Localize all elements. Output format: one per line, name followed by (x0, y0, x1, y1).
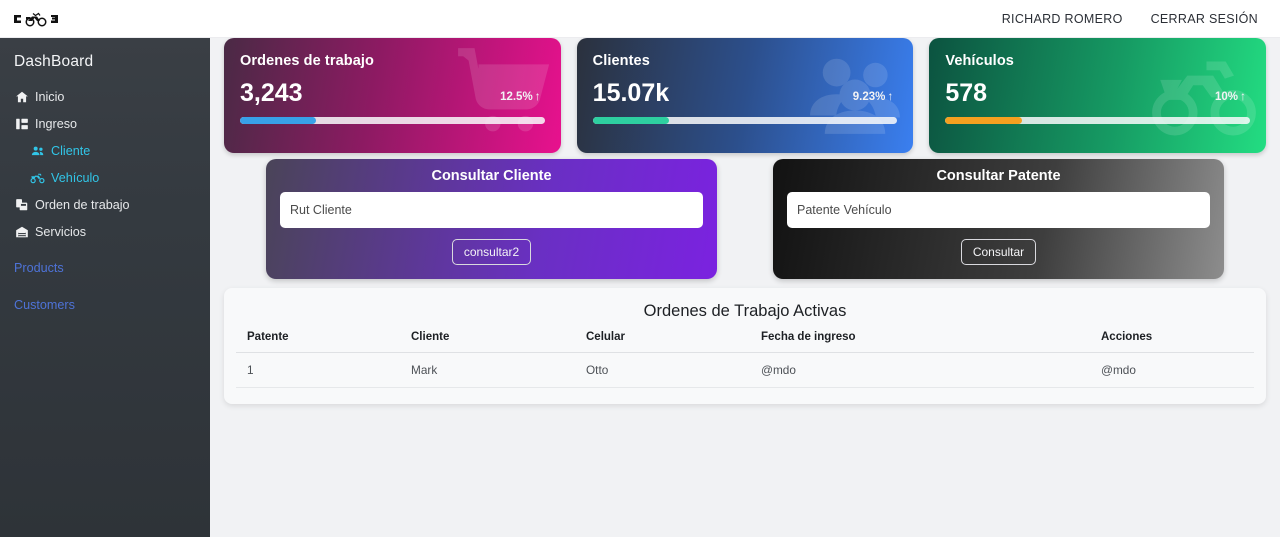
consult-button-wrap: consultar2 (280, 239, 703, 265)
arrow-up-icon: ↑ (1240, 89, 1247, 103)
table-body: 1 Mark Otto @mdo @mdo (236, 352, 1254, 388)
users-icon (30, 143, 45, 158)
app-logo[interactable] (8, 5, 64, 32)
column-header-celular[interactable]: Celular (586, 331, 761, 353)
progress-fill (592, 117, 669, 124)
sidebar-item-label: Vehículo (51, 170, 100, 185)
stat-card-clientes[interactable]: Clientes 15.07k 9.23% ↑ (576, 38, 914, 153)
stat-card-delta: 9.23% ↑ (853, 89, 894, 106)
consult-cliente-panel: Consultar Cliente consultar2 (266, 159, 717, 279)
top-navbar: RICHARD ROMERO CERRAR SESIÓN (0, 0, 1280, 38)
stat-card-title: Clientes (592, 53, 650, 69)
consultar-cliente-button[interactable]: consultar2 (451, 239, 532, 265)
progress-fill (945, 117, 1022, 124)
table-head: Patente Cliente Celular Fecha de ingreso… (236, 331, 1254, 353)
stat-card-progress (240, 117, 545, 124)
cell-cliente: Mark (411, 352, 586, 388)
stat-card-ordenes-de-trabajo[interactable]: Ordenes de trabajo 3,243 12.5% ↑ (224, 38, 561, 153)
sidebar-item-servicios[interactable]: Servicios (0, 218, 210, 245)
sidebar-item-cliente[interactable]: Cliente (0, 137, 210, 164)
sidebar-nav: Inicio Ingreso Cliente Vehículo Orden de (0, 81, 210, 319)
sidebar-link-products[interactable]: Products (0, 254, 210, 282)
work-orders-table: Patente Cliente Celular Fecha de ingreso… (236, 331, 1254, 388)
sidebar-item-inicio[interactable]: Inicio (0, 83, 210, 110)
stat-delta-value: 9.23% (852, 91, 886, 103)
stat-delta-value: 12.5% (500, 91, 533, 103)
motorcycle-logo-icon (14, 12, 58, 26)
rut-cliente-input[interactable] (280, 192, 703, 228)
column-header-fecha-de-ingreso[interactable]: Fecha de ingreso (761, 331, 1101, 353)
sitemap-icon (14, 116, 29, 131)
motorcycle-icon (30, 170, 45, 185)
sidebar-item-orden-de-trabajo[interactable]: Orden de trabajo (0, 191, 210, 218)
consult-panel-title: Consultar Patente (936, 168, 1061, 184)
stat-card-progress (945, 117, 1251, 124)
stat-card-title: Ordenes de trabajo (240, 53, 374, 69)
garage-icon (14, 224, 29, 239)
consult-panel-title: Consultar Cliente (431, 168, 552, 184)
main-content: Ordenes de trabajo 3,243 12.5% ↑ Clientes… (210, 38, 1280, 537)
sidebar-item-label: Orden de trabajo (35, 197, 130, 212)
consult-row: Consultar Cliente consultar2 Consultar P… (224, 159, 1266, 279)
cell-acciones: @mdo (1101, 352, 1254, 388)
sidebar-item-label: Servicios (35, 224, 87, 239)
cell-celular: Otto (586, 352, 761, 388)
column-header-acciones[interactable]: Acciones (1101, 331, 1254, 353)
column-header-patente[interactable]: Patente (236, 331, 411, 353)
stat-card-vehiculos[interactable]: Vehículos 578 10% ↑ (929, 38, 1267, 153)
cell-fecha-de-ingreso: @mdo (761, 352, 1101, 388)
sidebar: DashBoard Inicio Ingreso Cliente Vehícul… (0, 38, 210, 537)
arrow-up-icon: ↑ (534, 89, 541, 103)
stat-card-progress (592, 117, 898, 124)
logout-link[interactable]: CERRAR SESIÓN (1151, 12, 1258, 26)
sidebar-item-label: Inicio (35, 89, 65, 104)
stat-card-value: 3,243 (240, 79, 303, 107)
sidebar-item-vehiculo[interactable]: Vehículo (0, 164, 210, 191)
stat-card-delta: 10% ↑ (1215, 89, 1246, 106)
active-work-orders-card: Ordenes de Trabajo Activas Patente Clien… (224, 288, 1266, 404)
cell-patente: 1 (236, 352, 411, 388)
stat-card-title: Vehículos (945, 53, 1014, 69)
stat-card-figures: 3,243 12.5% ↑ (240, 81, 545, 106)
clipboard-icon (14, 197, 29, 212)
stat-card-value: 578 (945, 79, 988, 107)
arrow-up-icon: ↑ (887, 89, 894, 103)
sidebar-item-ingreso[interactable]: Ingreso (0, 110, 210, 137)
stat-card-figures: 15.07k 9.23% ↑ (593, 81, 898, 106)
current-user-label[interactable]: RICHARD ROMERO (1002, 12, 1123, 26)
home-icon (14, 89, 29, 104)
patente-vehiculo-input[interactable] (787, 192, 1210, 228)
consult-patente-panel: Consultar Patente Consultar (773, 159, 1224, 279)
stat-card-delta: 12.5% ↑ (500, 89, 541, 106)
sidebar-link-customers[interactable]: Customers (0, 291, 210, 319)
stats-row: Ordenes de trabajo 3,243 12.5% ↑ Clientes… (224, 38, 1267, 153)
stat-card-value: 15.07k (592, 79, 670, 107)
table-row[interactable]: 1 Mark Otto @mdo @mdo (236, 352, 1254, 388)
sidebar-item-label: Ingreso (35, 116, 78, 131)
column-header-cliente[interactable]: Cliente (411, 331, 586, 353)
consultar-patente-button[interactable]: Consultar (960, 239, 1037, 265)
topbar-actions: RICHARD ROMERO CERRAR SESIÓN (1002, 12, 1258, 26)
progress-fill (240, 117, 317, 124)
stat-delta-value: 10% (1214, 91, 1239, 103)
table-header-row: Patente Cliente Celular Fecha de ingreso… (236, 331, 1254, 353)
consult-button-wrap: Consultar (787, 239, 1210, 265)
stat-card-figures: 578 10% ↑ (945, 81, 1250, 106)
sidebar-item-label: Cliente (51, 143, 91, 158)
sidebar-title: DashBoard (14, 53, 94, 70)
table-title: Ordenes de Trabajo Activas (643, 302, 847, 320)
